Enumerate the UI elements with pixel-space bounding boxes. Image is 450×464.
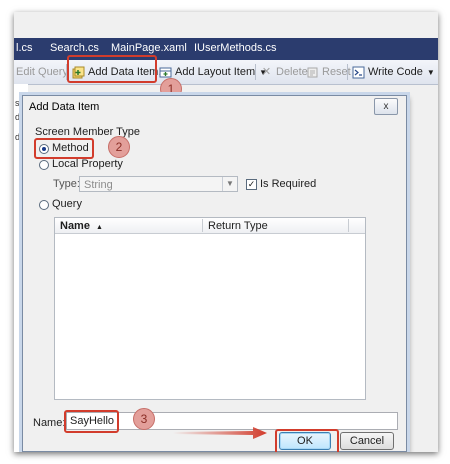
- step-badge-2: 2: [108, 136, 130, 158]
- delete-button[interactable]: ✕ Delete: [260, 64, 308, 80]
- strip-text: s: [15, 98, 20, 108]
- type-select[interactable]: String ▼: [79, 176, 238, 192]
- grid-column-return-type[interactable]: Return Type: [208, 220, 268, 232]
- arrow-pointer-icon: [173, 427, 267, 439]
- tab-mainpage-xaml[interactable]: MainPage.xaml: [111, 42, 187, 54]
- delete-label: Delete: [276, 66, 308, 78]
- write-code-label: Write Code: [368, 66, 423, 78]
- dialog-title: Add Data Item: [29, 101, 100, 113]
- tab-l-cs[interactable]: l.cs: [16, 42, 33, 54]
- grid-column-name-label: Name: [60, 220, 90, 232]
- grid-column-divider: [348, 219, 349, 232]
- tab-iusermethods-cs[interactable]: IUserMethods.cs: [194, 42, 277, 54]
- toolbar-separator: [347, 64, 348, 80]
- tab-search-cs[interactable]: Search.cs: [50, 42, 99, 54]
- add-data-item-highlight: [67, 55, 157, 83]
- delete-icon: ✕: [261, 65, 272, 78]
- chevron-down-icon: ▼: [426, 67, 435, 77]
- reset-icon: [306, 66, 319, 79]
- sort-ascending-icon: ▲: [96, 224, 103, 231]
- add-layout-item-label: Add Layout Item: [175, 66, 256, 78]
- query-radio[interactable]: [39, 200, 49, 210]
- add-layout-item-button[interactable]: Add Layout Item ▼: [159, 64, 267, 80]
- grid-column-name[interactable]: Name ▲: [60, 220, 103, 232]
- is-required-label: Is Required: [260, 178, 317, 190]
- name-highlight: [64, 410, 119, 433]
- type-select-value: String: [84, 179, 113, 191]
- add-data-item-dialog: Add Data Item x Screen Member Type Metho…: [22, 95, 407, 452]
- reset-button[interactable]: Reset: [306, 64, 351, 80]
- write-code-button[interactable]: Write Code ▼: [352, 64, 435, 80]
- local-property-radio[interactable]: [39, 160, 49, 170]
- close-icon: x: [383, 101, 389, 112]
- edit-query-label: Edit Query: [16, 66, 68, 78]
- ide-window: l.cs Search.cs MainPage.xaml IUserMethod…: [14, 12, 438, 452]
- cancel-button[interactable]: Cancel: [340, 432, 394, 450]
- grid-column-divider: [202, 219, 203, 232]
- local-property-label: Local Property: [52, 158, 123, 170]
- ok-button[interactable]: OK: [279, 432, 331, 450]
- is-required-checkbox[interactable]: ✓: [246, 179, 257, 190]
- write-code-icon: [352, 66, 365, 79]
- method-highlight: [34, 138, 94, 159]
- query-label: Query: [52, 198, 82, 210]
- dialog-body: Screen Member Type Method 2 Local Proper…: [29, 118, 399, 444]
- dialog-close-button[interactable]: x: [374, 98, 398, 115]
- chevron-down-icon: ▼: [222, 177, 237, 191]
- name-label: Name:: [33, 417, 66, 429]
- strip-text: d: [15, 112, 21, 122]
- edit-query-button[interactable]: Edit Query: [16, 64, 68, 80]
- query-grid[interactable]: Name ▲ Return Type: [54, 217, 366, 400]
- strip-text: di: [15, 132, 23, 142]
- grid-header: Name ▲ Return Type: [55, 218, 365, 234]
- add-layout-item-icon: [159, 66, 172, 79]
- step-badge-3: 3: [133, 408, 155, 430]
- screen-member-type-label: Screen Member Type: [35, 126, 140, 138]
- toolbar-separator: [255, 64, 256, 80]
- type-label: Type:: [53, 178, 80, 190]
